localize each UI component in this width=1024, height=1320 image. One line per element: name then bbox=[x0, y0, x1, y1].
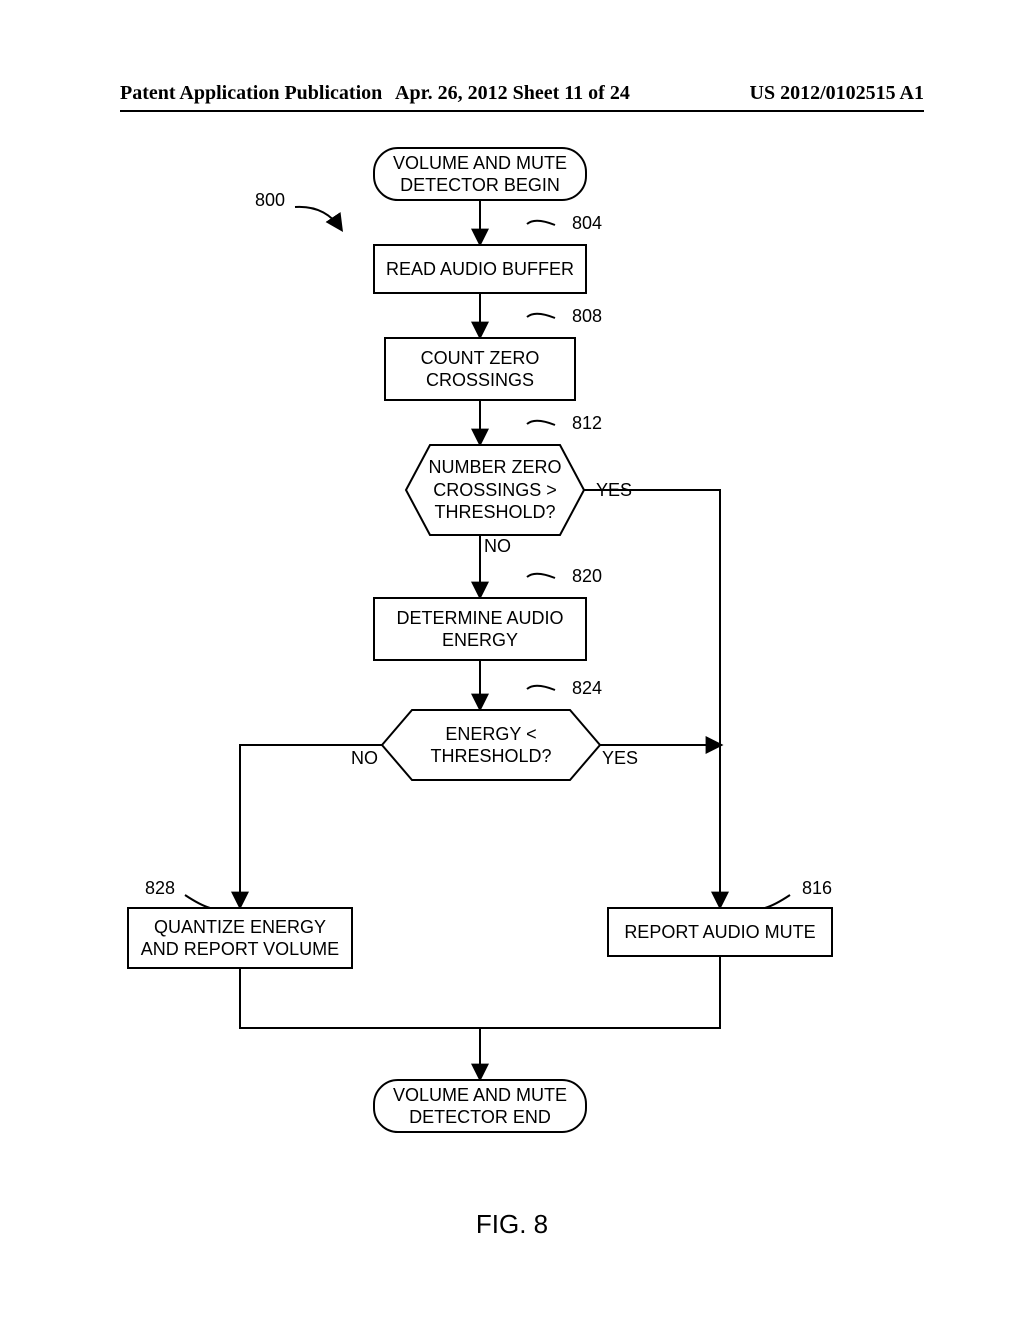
flowchart: 800 VOLUME AND MUTE DETECTOR BEGIN 804 R… bbox=[0, 0, 1024, 1320]
page: Patent Application Publication Apr. 26, … bbox=[0, 0, 1024, 1320]
flowchart-svg bbox=[0, 0, 1024, 1320]
figure-caption: FIG. 8 bbox=[0, 1209, 1024, 1240]
